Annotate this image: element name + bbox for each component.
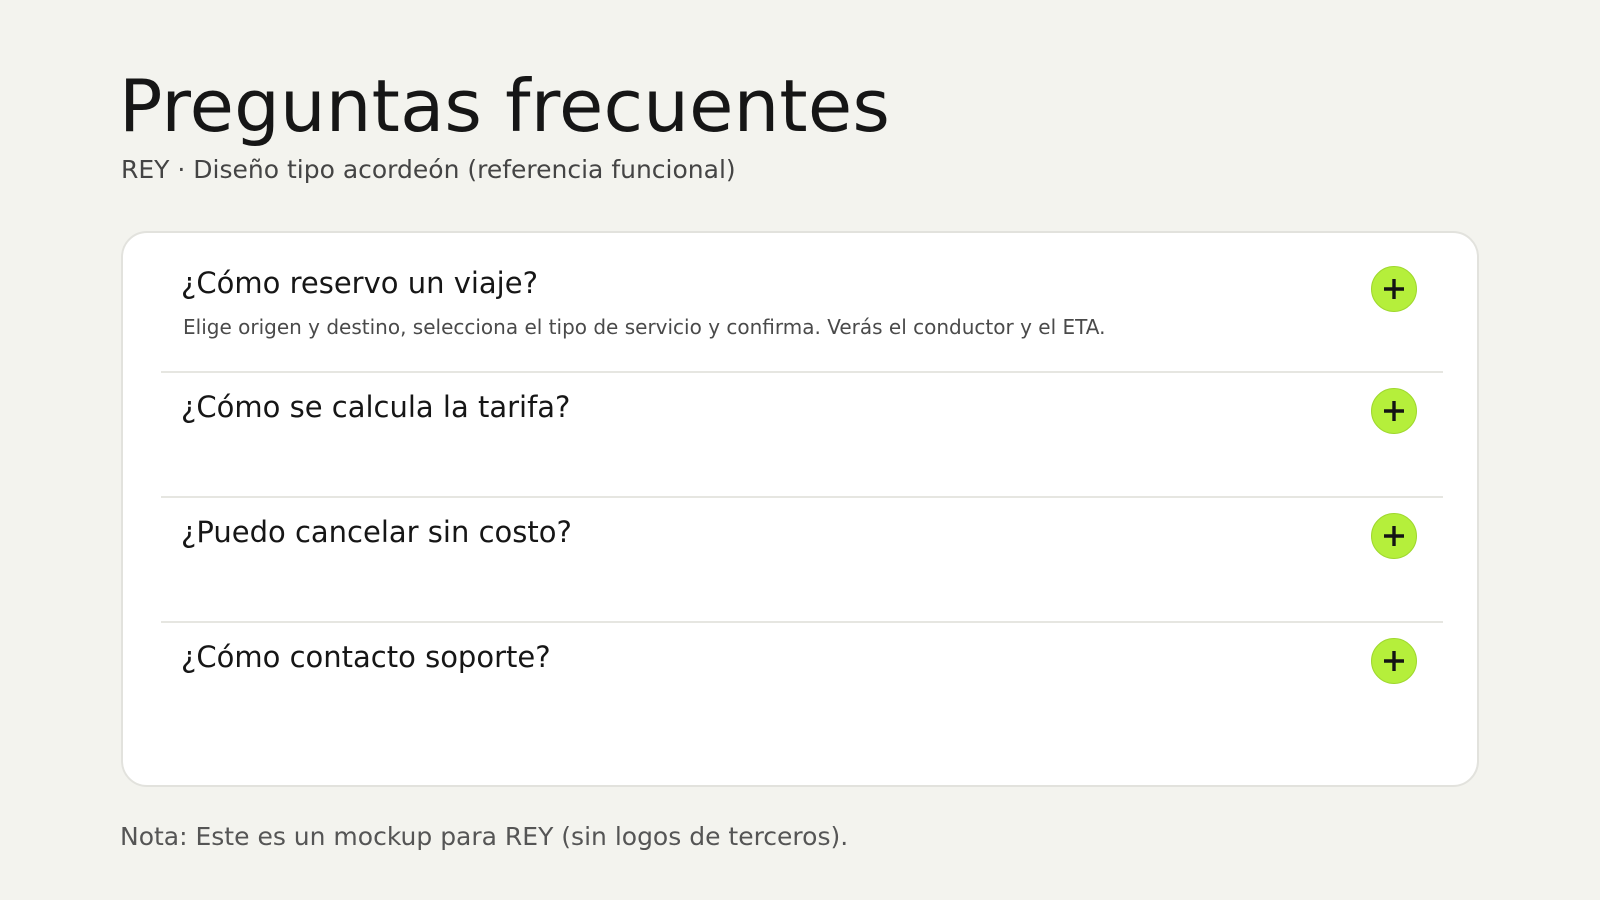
faq-toggle-button[interactable] (1371, 266, 1417, 312)
faq-answer: Elige origen y destino, selecciona el ti… (183, 315, 1106, 339)
plus-icon (1384, 651, 1404, 671)
page-title: Preguntas frecuentes (119, 64, 891, 148)
plus-icon (1384, 526, 1404, 546)
faq-accordion: ¿Cómo reservo un viaje? Elige origen y d… (121, 231, 1479, 787)
faq-item[interactable]: ¿Puedo cancelar sin costo? (161, 496, 1443, 620)
faq-toggle-button[interactable] (1371, 513, 1417, 559)
faq-question[interactable]: ¿Cómo se calcula la tarifa? (181, 393, 570, 422)
faq-question[interactable]: ¿Cómo contacto soporte? (181, 643, 551, 672)
faq-item[interactable]: ¿Cómo contacto soporte? (161, 621, 1443, 745)
faq-toggle-button[interactable] (1371, 638, 1417, 684)
footer-note: Nota: Este es un mockup para REY (sin lo… (120, 822, 849, 851)
faq-question[interactable]: ¿Cómo reservo un viaje? (181, 269, 538, 298)
plus-icon (1384, 279, 1404, 299)
plus-icon (1384, 401, 1404, 421)
page-subtitle: REY · Diseño tipo acordeón (referencia f… (121, 155, 736, 184)
faq-item[interactable]: ¿Cómo reservo un viaje? Elige origen y d… (161, 233, 1443, 357)
faq-item[interactable]: ¿Cómo se calcula la tarifa? (161, 371, 1443, 495)
faq-toggle-button[interactable] (1371, 388, 1417, 434)
faq-question[interactable]: ¿Puedo cancelar sin costo? (181, 518, 572, 547)
